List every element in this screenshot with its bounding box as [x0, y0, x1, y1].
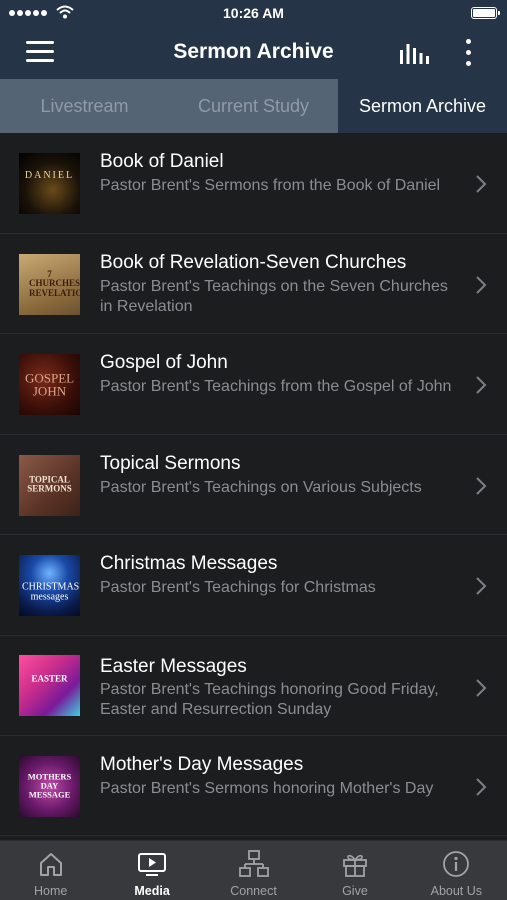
sermon-thumbnail: CHRISTMAS messages [19, 555, 80, 616]
sermon-subtitle: Pastor Brent's Teachings for Christmas [100, 579, 376, 596]
tab-bar-label: Connect [230, 884, 277, 898]
page-title: Sermon Archive [173, 40, 334, 63]
chevron-right-icon [476, 376, 487, 394]
chevron-right-icon [476, 777, 487, 796]
sermon-title: Christmas Messages [100, 553, 278, 574]
sermon-thumbnail: 7 CHURCHES REVELATION [19, 253, 80, 315]
tab-bar-media[interactable]: Media [101, 841, 202, 900]
home-icon [39, 853, 62, 876]
list-item-book-of-revelation[interactable]: 7 CHURCHES REVELATION Book of Revelation… [0, 234, 507, 334]
thumbnail-caption: GOSPEL JOHN [25, 369, 75, 399]
bottom-tab-bar: Home Media Connect Give About Us [0, 840, 507, 900]
list-item-topical-sermons[interactable]: TOPICAL SERMONS Topical Sermons Pastor B… [0, 435, 507, 535]
sermon-title: Mother's Day Messages [100, 753, 304, 775]
status-bar: 10:26 AM [0, 0, 507, 26]
tab-sermon-archive[interactable]: Sermon Archive [338, 79, 507, 133]
chevron-right-icon [476, 275, 487, 294]
sermon-subtitle: Pastor Brent's Sermons from the Book of … [100, 177, 441, 194]
info-icon [443, 851, 470, 877]
chevron-right-icon [476, 577, 487, 595]
chevron-right-icon [476, 678, 487, 697]
sermon-subtitle: Pastor Brent's Teachings from the Gospel… [100, 378, 452, 395]
segment-tabs: Livestream Current Study Sermon Archive [0, 79, 507, 133]
tab-bar-label: Give [342, 884, 368, 898]
sermon-thumbnail: DANIEL [19, 153, 80, 214]
tab-bar-label: Media [134, 884, 170, 898]
tab-current-study[interactable]: Current Study [169, 79, 338, 133]
sermon-thumbnail: MOTHERS DAY MESSAGE [19, 755, 80, 817]
list-item-christmas-messages[interactable]: CHRISTMAS messages Christmas Messages Pa… [0, 535, 507, 636]
sermon-subtitle: Pastor Brent's Teachings on the Seven Ch… [100, 277, 448, 315]
tab-bar-give[interactable]: Give [304, 841, 405, 900]
media-player-icon [138, 853, 167, 876]
battery-icon [471, 7, 500, 19]
chevron-right-icon [476, 476, 487, 495]
thumbnail-caption: 7 CHURCHES REVELATION [29, 268, 80, 298]
gift-icon [343, 854, 367, 877]
tab-bar-home[interactable]: Home [0, 841, 101, 900]
more-options-icon[interactable] [461, 39, 475, 67]
sermon-thumbnail: EASTER [19, 654, 80, 716]
list-item-gospel-of-john[interactable]: GOSPEL JOHN Gospel of John Pastor Brent'… [0, 334, 507, 435]
sermon-title: Easter Messages [100, 655, 247, 677]
sermon-list: DANIEL Book of Daniel Pastor Brent's Ser… [0, 133, 507, 836]
status-time: 10:26 AM [223, 5, 284, 21]
sermon-title: Topical Sermons [100, 452, 241, 474]
thumbnail-caption: MOTHERS DAY MESSAGE [27, 771, 72, 800]
sermon-title: Book of Daniel [100, 151, 224, 172]
tab-bar-label: About Us [430, 884, 483, 898]
sermon-subtitle: Pastor Brent's Teachings on Various Subj… [100, 478, 422, 496]
navigation-bar: Sermon Archive [0, 26, 507, 79]
thumbnail-caption: TOPICAL SERMONS [27, 474, 72, 494]
sermon-subtitle: Pastor Brent's Teachings honoring Good F… [100, 680, 439, 718]
tab-bar-label: Home [34, 884, 68, 898]
thumbnail-caption: DANIEL [24, 170, 75, 181]
tab-bar-connect[interactable]: Connect [203, 841, 304, 900]
sermon-title: Gospel of John [100, 352, 228, 373]
sermon-title: Book of Revelation-Seven Churches [100, 251, 407, 273]
sermon-subtitle: Pastor Brent's Sermons honoring Mother's… [100, 779, 434, 797]
tab-bar-about[interactable]: About Us [406, 841, 507, 900]
connect-network-icon [238, 850, 269, 877]
sermon-thumbnail: TOPICAL SERMONS [19, 454, 80, 516]
list-item-mothers-day-messages[interactable]: MOTHERS DAY MESSAGE Mother's Day Message… [0, 736, 507, 836]
tab-livestream[interactable]: Livestream [0, 79, 169, 133]
thumbnail-caption: CHRISTMAS messages [22, 581, 80, 603]
list-item-book-of-daniel[interactable]: DANIEL Book of Daniel Pastor Brent's Ser… [0, 133, 507, 234]
sermon-thumbnail: GOSPEL JOHN [19, 354, 80, 415]
thumbnail-caption: EASTER [31, 673, 68, 684]
list-item-easter-messages[interactable]: EASTER Easter Messages Pastor Brent's Te… [0, 636, 507, 736]
chevron-right-icon [476, 175, 487, 193]
audio-levels-icon[interactable] [399, 42, 429, 64]
